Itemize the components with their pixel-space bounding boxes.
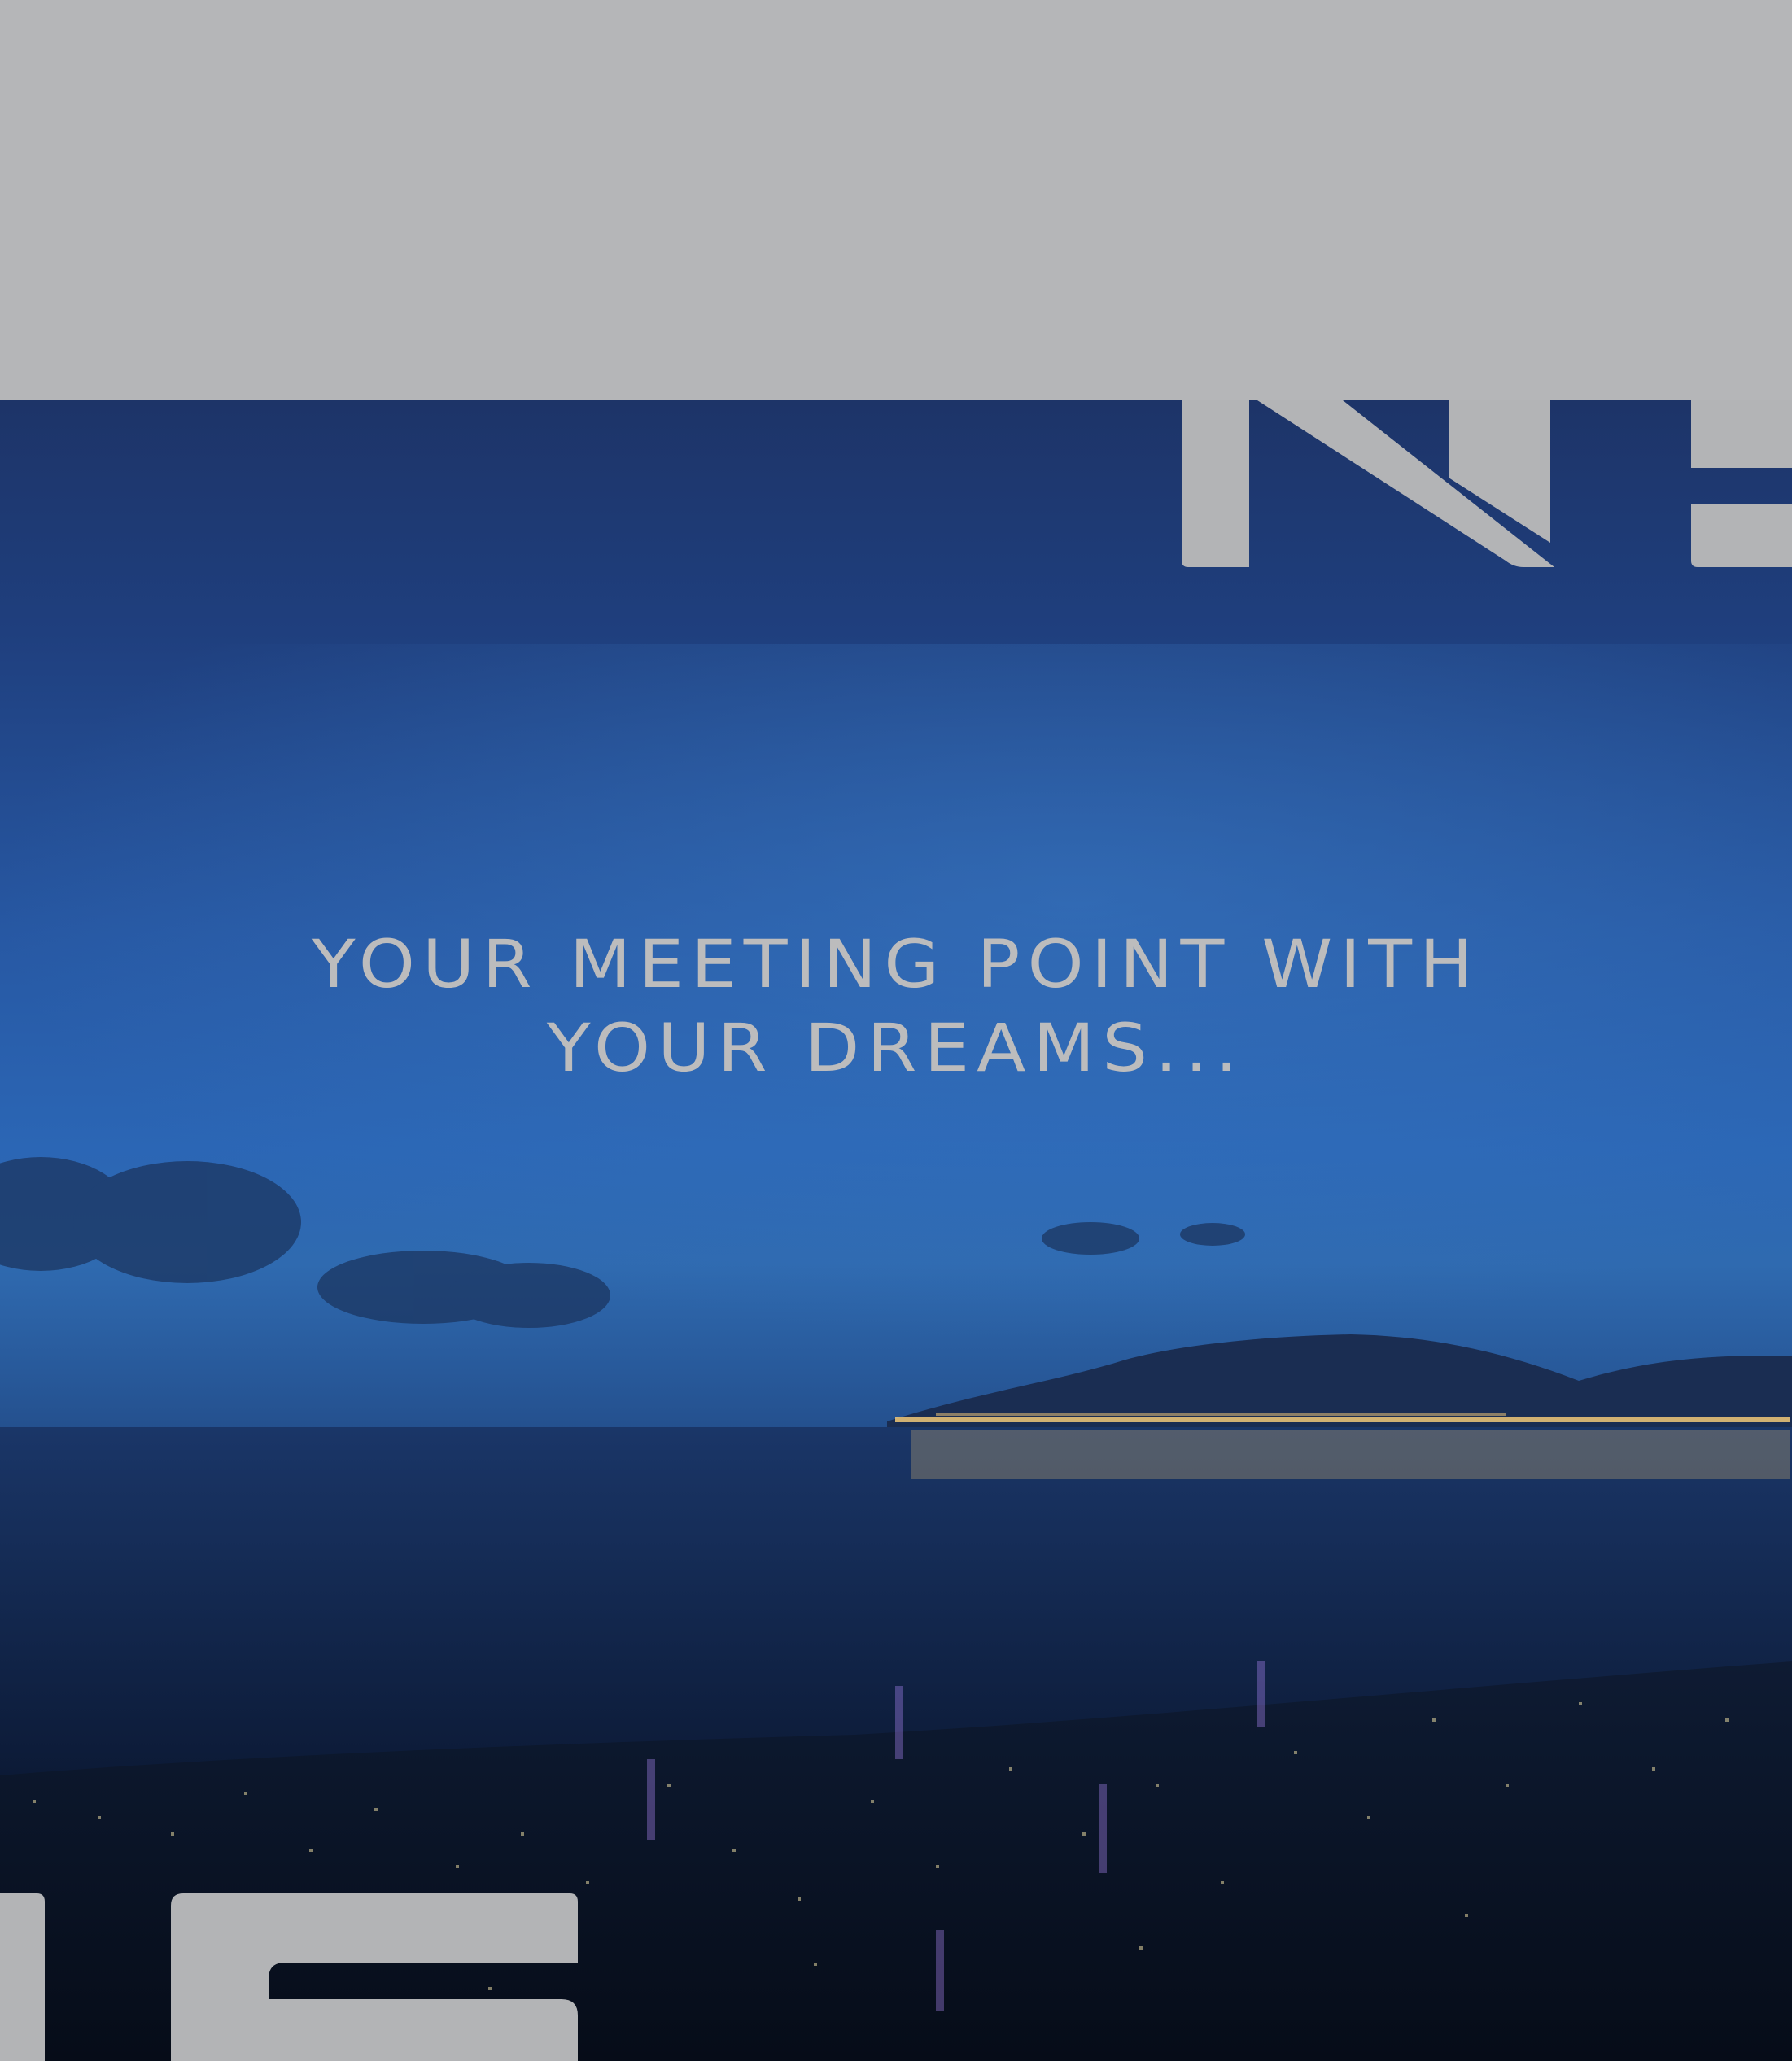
tagline-line-1: YOUR MEETING POINT WITH bbox=[311, 925, 1481, 1003]
tagline-line-2: YOUR DREAMS... bbox=[546, 1009, 1246, 1087]
logo-letter-fragment-bottom bbox=[0, 1893, 578, 2061]
night-city-photo bbox=[0, 400, 1792, 2061]
top-gray-band bbox=[0, 0, 1792, 400]
tagline: YOUR MEETING POINT WITH YOUR DREAMS... bbox=[0, 923, 1792, 1090]
